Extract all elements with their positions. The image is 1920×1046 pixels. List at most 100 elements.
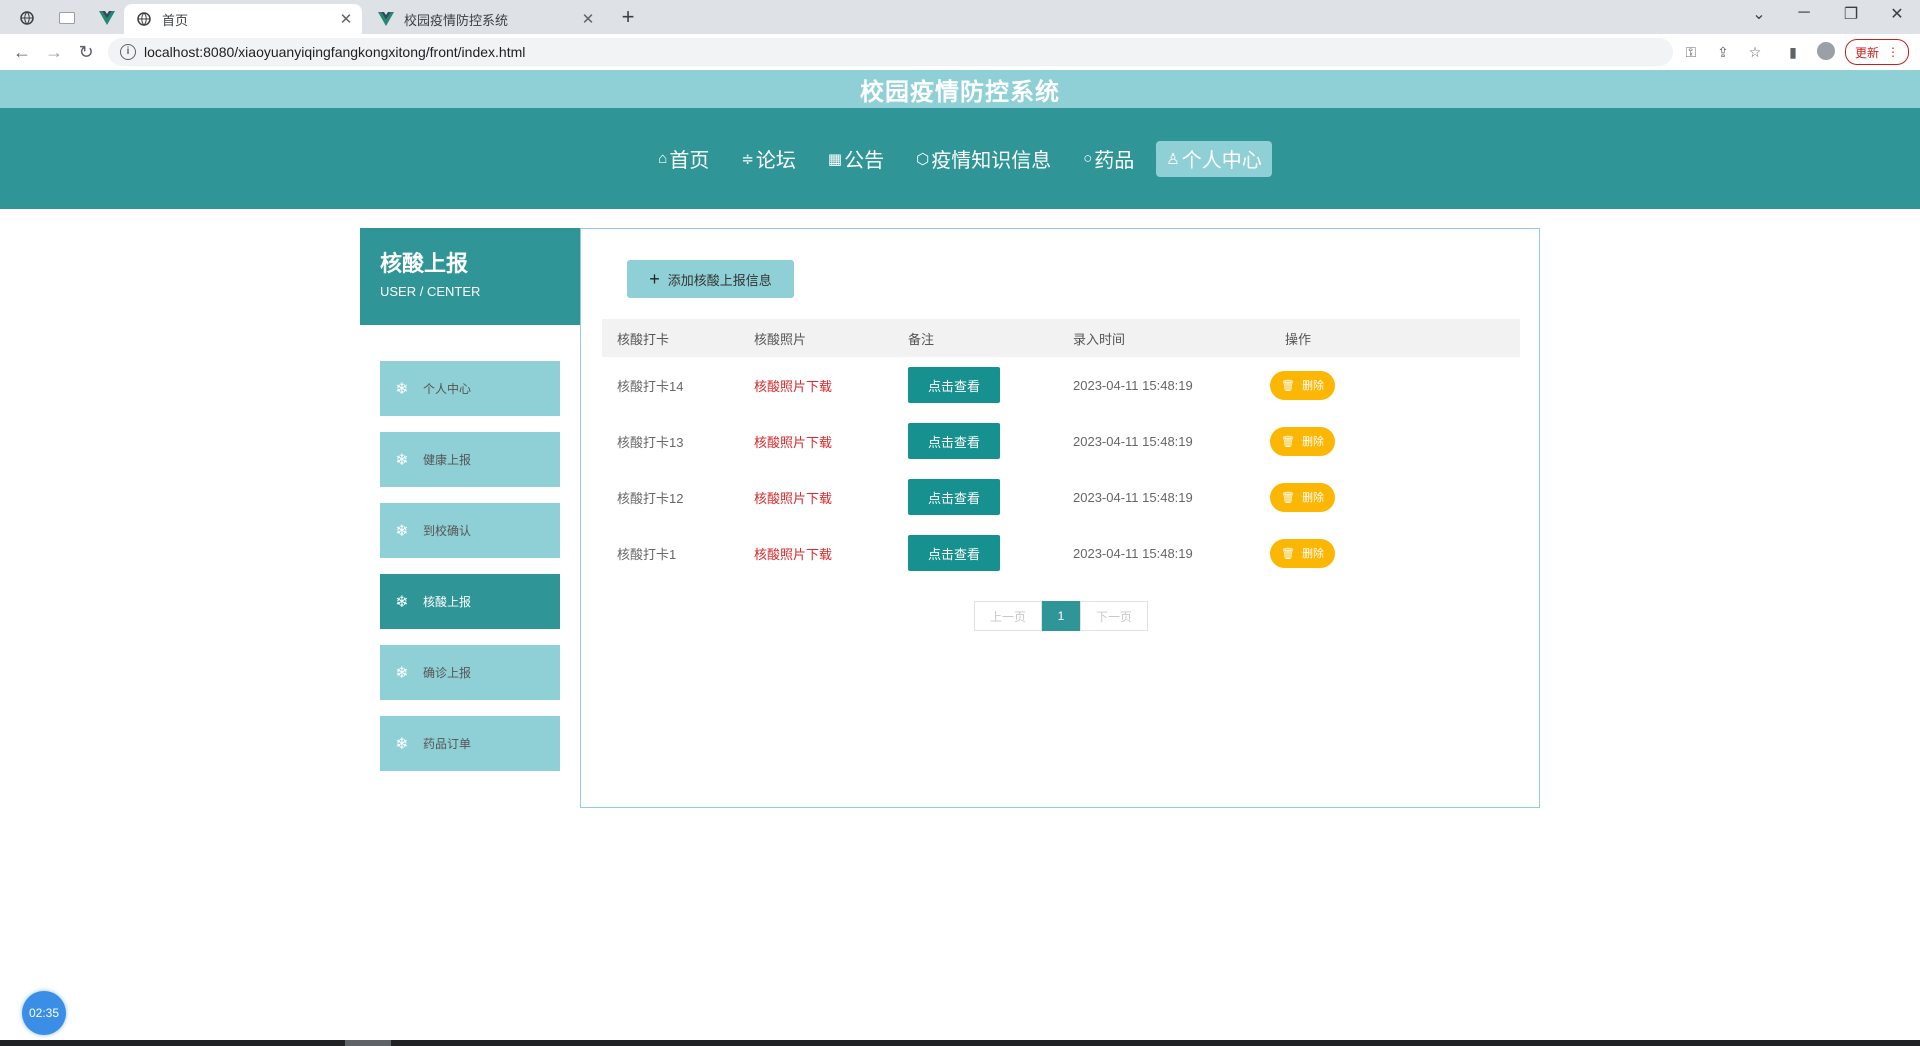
column-header: 核酸打卡	[617, 331, 670, 347]
sidebar-item-label: 到校确认	[423, 524, 472, 538]
photo-download-link[interactable]: 核酸照片下载	[754, 491, 832, 506]
close-tab-icon[interactable]: ✕	[336, 10, 356, 28]
trash-icon: 🗑	[1281, 435, 1295, 448]
tab-search-chevron-icon[interactable]: ⌄	[1744, 4, 1774, 24]
browser-toolbar: ← → ↻ i localhost:8080/xiaoyuanyiqingfan…	[0, 34, 1920, 71]
timer-badge[interactable]: 02:35	[22, 991, 66, 1035]
new-tab-button[interactable]: +	[616, 6, 640, 28]
snowflake-icon: ❄	[395, 735, 409, 753]
sidebar-item-label: 确诊上报	[423, 666, 472, 680]
current-page-button[interactable]: 1	[1042, 601, 1080, 631]
nav-label: 论坛	[755, 150, 796, 172]
forum-icon: ≑	[741, 150, 754, 168]
photo-download-link[interactable]: 核酸照片下载	[754, 379, 832, 394]
site-title: 校园疫情防控系统	[860, 78, 1060, 106]
sidebar-item-diagnosis-report[interactable]: ❄ 确诊上报	[380, 645, 560, 700]
nav-label: 首页	[669, 150, 710, 172]
snowflake-icon: ❄	[395, 664, 409, 682]
profile-avatar-icon[interactable]	[1817, 42, 1835, 60]
pinned-tab-vue[interactable]	[92, 5, 122, 31]
nav-medicine[interactable]: ○ 药品	[1073, 141, 1144, 177]
share-icon[interactable]: ⇪	[1714, 44, 1732, 61]
sidebar-item-nucleic-report[interactable]: ❄ 核酸上报	[380, 574, 560, 629]
view-remark-button[interactable]: 点击查看	[908, 535, 1000, 571]
plus-icon: +	[649, 269, 660, 289]
key-icon[interactable]: ⚿	[1682, 44, 1700, 61]
table-header-row: 核酸打卡 核酸照片 备注 录入时间 操作	[602, 319, 1520, 357]
back-arrow-icon[interactable]: ←	[10, 41, 34, 63]
snowflake-icon: ❄	[395, 380, 409, 398]
nav-home[interactable]: ⌂ 首页	[648, 141, 719, 177]
nav-forum[interactable]: ≑ 论坛	[731, 141, 806, 177]
entry-time-cell: 2023-04-11 15:48:19	[1073, 377, 1193, 393]
globe-icon	[20, 11, 34, 25]
tab-campus-system[interactable]: 校园疫情防控系统 ✕	[366, 4, 604, 34]
sidebar-item-label: 个人中心	[423, 382, 472, 396]
side-panel-icon[interactable]: ▮	[1784, 44, 1802, 61]
snowflake-icon: ❄	[395, 593, 409, 611]
circle-icon: ○	[1083, 150, 1093, 167]
delete-label: 删除	[1301, 492, 1324, 504]
globe-icon	[136, 11, 152, 27]
address-bar[interactable]: i localhost:8080/xiaoyuanyiqingfangkongx…	[108, 38, 1673, 66]
reload-icon[interactable]: ↻	[74, 41, 98, 63]
vue-logo-icon	[378, 11, 394, 27]
sidebar-item-arrival-confirm[interactable]: ❄ 到校确认	[380, 503, 560, 558]
nav-epidemic-knowledge[interactable]: ⬡ 疫情知识信息	[906, 141, 1061, 177]
checkin-cell: 核酸打卡14	[617, 378, 684, 394]
photo-download-link[interactable]: 核酸照片下载	[754, 435, 832, 450]
tab-home[interactable]: 首页 ✕	[124, 4, 362, 34]
delete-button[interactable]: 🗑 删除	[1270, 482, 1335, 512]
horizontal-scrollbar[interactable]	[0, 1040, 1920, 1046]
forward-arrow-icon[interactable]: →	[42, 41, 66, 63]
delete-label: 删除	[1301, 436, 1324, 448]
scrollbar-thumb[interactable]	[345, 1040, 391, 1046]
add-nucleic-report-button[interactable]: + 添加核酸上报信息	[627, 260, 794, 298]
sidebar-item-personal-center[interactable]: ❄ 个人中心	[380, 361, 560, 416]
content-panel: + 添加核酸上报信息 核酸打卡 核酸照片 备注 录入时间 操作 核酸打卡14 核…	[580, 228, 1540, 808]
delete-label: 删除	[1301, 548, 1324, 560]
table-row: 核酸打卡12 核酸照片下载 点击查看 2023-04-11 15:48:19 🗑…	[602, 469, 1520, 525]
delete-button[interactable]: 🗑 删除	[1270, 538, 1335, 568]
next-page-button[interactable]: 下一页	[1080, 601, 1148, 631]
snowflake-icon: ❄	[395, 522, 409, 540]
nav-personal-center[interactable]: ♙ 个人中心	[1156, 140, 1272, 177]
delete-button[interactable]: 🗑 删除	[1270, 370, 1335, 400]
update-label: 更新	[1854, 45, 1879, 60]
prev-page-button[interactable]: 上一页	[974, 601, 1042, 631]
delete-button[interactable]: 🗑 删除	[1270, 426, 1335, 456]
column-header: 操作	[1285, 331, 1312, 347]
site-info-icon[interactable]: i	[120, 44, 136, 60]
nav-notice[interactable]: ▦ 公告	[818, 141, 894, 177]
pinned-tab-globe[interactable]	[12, 5, 42, 31]
pinned-tab-blank[interactable]	[52, 5, 82, 31]
view-remark-button[interactable]: 点击查看	[908, 367, 1000, 403]
close-tab-icon[interactable]: ✕	[578, 10, 598, 28]
update-button[interactable]: 更新 ⋮	[1845, 39, 1909, 65]
photo-download-link[interactable]: 核酸照片下载	[754, 547, 832, 562]
checkin-cell: 核酸打卡1	[617, 546, 677, 562]
restore-icon[interactable]: ❐	[1836, 4, 1866, 24]
pagination: 上一页 1 下一页	[974, 601, 1148, 631]
minimize-icon[interactable]: ─	[1789, 4, 1819, 22]
entry-time-cell: 2023-04-11 15:48:19	[1073, 545, 1193, 561]
sidebar-item-medicine-orders[interactable]: ❄ 药品订单	[380, 716, 560, 771]
view-remark-button[interactable]: 点击查看	[908, 479, 1000, 515]
more-menu-icon: ⋮	[1887, 45, 1899, 59]
nucleic-report-table: 核酸打卡 核酸照片 备注 录入时间 操作 核酸打卡14 核酸照片下载 点击查看 …	[602, 319, 1520, 581]
close-window-icon[interactable]: ✕	[1882, 4, 1912, 24]
sidebar-item-health-report[interactable]: ❄ 健康上报	[380, 432, 560, 487]
sidebar-menu: ❄ 个人中心 ❄ 健康上报 ❄ 到校确认 ❄ 核酸上报 ❄ 确诊上报 ❄ 药品订…	[380, 361, 560, 787]
bookmark-star-icon[interactable]: ☆	[1746, 44, 1764, 61]
view-remark-button[interactable]: 点击查看	[908, 423, 1000, 459]
main-nav: ⌂ 首页 ≑ 论坛 ▦ 公告 ⬡ 疫情知识信息 ○ 药品 ♙ 个人中心	[0, 108, 1920, 209]
browser-tab-strip: 首页 ✕ 校园疫情防控系统 ✕ + ⌄ ─ ❐ ✕	[0, 0, 1920, 34]
table-row: 核酸打卡1 核酸照片下载 点击查看 2023-04-11 15:48:19 🗑 删…	[602, 525, 1520, 581]
url-text[interactable]: localhost:8080/xiaoyuanyiqingfangkongxit…	[144, 44, 525, 60]
home-icon: ⌂	[658, 150, 668, 167]
column-header: 录入时间	[1073, 331, 1126, 347]
table-row: 核酸打卡14 核酸照片下载 点击查看 2023-04-11 15:48:19 🗑…	[602, 357, 1520, 413]
sidebar-header: 核酸上报 USER / CENTER	[360, 228, 580, 325]
checkin-cell: 核酸打卡13	[617, 434, 684, 450]
sidebar-title: 核酸上报	[380, 251, 469, 276]
